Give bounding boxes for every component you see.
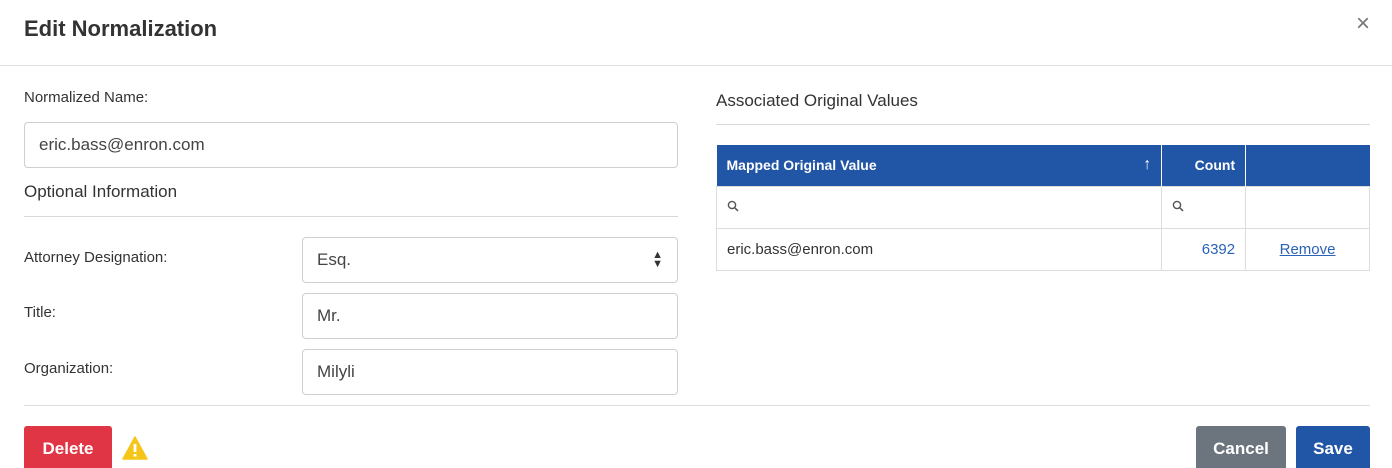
footer-divider bbox=[24, 405, 1370, 406]
filter-count-input[interactable] bbox=[1161, 185, 1247, 229]
dialog-header: Edit Normalization × bbox=[0, 0, 1392, 66]
search-icon bbox=[727, 200, 739, 215]
dialog-title: Edit Normalization bbox=[24, 16, 218, 41]
warning-icon[interactable] bbox=[122, 436, 148, 460]
title-value: Mr. bbox=[317, 306, 341, 325]
close-icon[interactable]: × bbox=[1356, 12, 1370, 36]
delete-button[interactable]: Delete bbox=[24, 426, 112, 468]
column-header-count[interactable]: Count bbox=[1161, 145, 1247, 186]
select-arrows-icon: ▲ ▼ bbox=[652, 249, 663, 270]
remove-link[interactable]: Remove bbox=[1280, 241, 1336, 258]
filter-mapped-value-input[interactable] bbox=[715, 185, 1163, 229]
optional-divider bbox=[24, 216, 678, 217]
attorney-designation-value: Esq. bbox=[317, 250, 352, 269]
organization-input[interactable]: Milyli bbox=[302, 349, 678, 395]
optional-information-title: Optional Information bbox=[24, 182, 178, 201]
associated-values-title: Associated Original Values bbox=[716, 91, 918, 110]
associated-divider bbox=[716, 124, 1370, 125]
organization-value: Milyli bbox=[317, 362, 355, 381]
edit-normalization-dialog: Edit Normalization × Normalized Name: er… bbox=[0, 0, 1392, 468]
count-cell[interactable]: 6392 bbox=[1161, 227, 1247, 271]
filter-actions-cell bbox=[1245, 185, 1370, 229]
filter-row bbox=[715, 185, 1370, 229]
mapped-value-cell: eric.bass@enron.com bbox=[715, 227, 1163, 271]
cancel-button[interactable]: Cancel bbox=[1196, 426, 1286, 468]
sort-asc-icon[interactable]: ↑ bbox=[1143, 157, 1151, 173]
organization-label: Organization: bbox=[24, 360, 114, 377]
column-header-actions bbox=[1245, 145, 1370, 186]
attorney-designation-label: Attorney Designation: bbox=[24, 249, 168, 266]
table-header-row: Mapped Original Value ↑ Count bbox=[716, 145, 1370, 186]
normalized-name-input[interactable]: eric.bass@enron.com bbox=[24, 122, 678, 168]
search-icon bbox=[1172, 200, 1184, 215]
action-cell: Remove bbox=[1245, 227, 1370, 271]
title-label: Title: bbox=[24, 304, 56, 321]
save-button[interactable]: Save bbox=[1296, 426, 1370, 468]
count-link[interactable]: 6392 bbox=[1202, 241, 1235, 258]
title-input[interactable]: Mr. bbox=[302, 293, 678, 339]
normalized-name-value: eric.bass@enron.com bbox=[39, 135, 205, 154]
table-row: eric.bass@enron.com 6392 Remove bbox=[715, 227, 1370, 271]
normalized-name-label: Normalized Name: bbox=[24, 89, 149, 106]
associated-values-table: Mapped Original Value ↑ Count eric.bass@… bbox=[715, 145, 1370, 271]
attorney-designation-select[interactable]: Esq. ▲ ▼ bbox=[302, 237, 678, 283]
column-header-mapped-value[interactable]: Mapped Original Value ↑ bbox=[716, 145, 1163, 186]
